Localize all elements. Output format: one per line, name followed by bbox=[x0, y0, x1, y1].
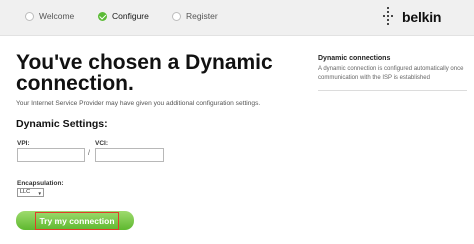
vpi-input[interactable] bbox=[17, 148, 85, 162]
sidebar-title: Dynamic connections bbox=[318, 55, 391, 62]
check-icon bbox=[98, 11, 107, 21]
encapsulation-select[interactable]: LLC ▼ bbox=[17, 188, 44, 197]
step-configure[interactable]: Configure bbox=[98, 11, 149, 21]
page-subtitle: Your Internet Service Provider may have … bbox=[16, 100, 261, 107]
vci-input[interactable] bbox=[95, 148, 164, 162]
vpi-vci-separator: / bbox=[88, 150, 90, 157]
chevron-down-icon: ▼ bbox=[37, 191, 42, 196]
wizard-steps-bar: Welcome Configure Register belkin bbox=[0, 0, 474, 36]
vpi-label: VPI: bbox=[17, 140, 30, 147]
step-incomplete-icon bbox=[172, 11, 181, 21]
step-incomplete-icon bbox=[25, 11, 34, 21]
belkin-logo: belkin bbox=[380, 6, 470, 30]
page-title: You've chosen a Dynamic connection. bbox=[16, 51, 273, 95]
step-register[interactable]: Register bbox=[172, 11, 218, 21]
brand-name: belkin bbox=[402, 9, 442, 25]
settings-heading: Dynamic Settings: bbox=[16, 118, 108, 130]
step-label: Register bbox=[186, 11, 218, 21]
step-label: Configure bbox=[112, 11, 149, 21]
encapsulation-label: Encapsulation: bbox=[17, 180, 64, 187]
vci-label: VCI: bbox=[95, 140, 108, 147]
sidebar-divider bbox=[318, 90, 467, 91]
encapsulation-selected-value: LLC bbox=[20, 189, 31, 195]
belkin-dots-icon bbox=[380, 6, 402, 30]
step-welcome[interactable]: Welcome bbox=[25, 11, 74, 21]
sidebar-text: A dynamic connection is configured autom… bbox=[318, 66, 464, 81]
try-connection-label[interactable]: Try my connection bbox=[35, 212, 119, 230]
step-label: Welcome bbox=[39, 11, 75, 21]
